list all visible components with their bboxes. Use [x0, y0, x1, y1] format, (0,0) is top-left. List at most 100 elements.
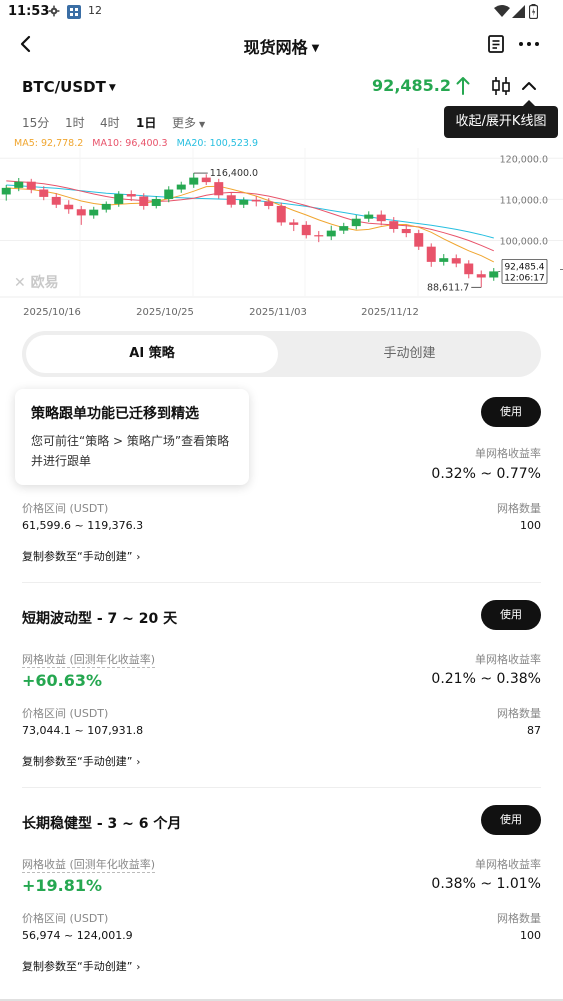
grid-count-value: 100: [520, 929, 541, 942]
exchange-watermark: ✕ 欧易: [14, 275, 59, 291]
candle-body: [89, 209, 99, 216]
price-range-value: 56,974 ~ 124,001.9: [22, 929, 133, 942]
candlestick-chart[interactable]: 120,000.0 110,000.0 100,000.0 116,400.0 88,6…: [0, 148, 563, 320]
candle-body: [51, 196, 61, 205]
popover-body: 您可前往“策略 > 策略广场”查看策略并进行跟单: [31, 434, 230, 468]
price-range-label: 价格区间 (USDT): [22, 912, 109, 925]
x-tick-label: 2025/11/03: [249, 307, 307, 318]
strategy-title: 长期稳健型 - 3 ~ 6 个月: [22, 816, 182, 832]
battery-icon: [529, 4, 538, 19]
tab-manual-create[interactable]: 手动创建: [282, 335, 537, 373]
tab-ai-strategy[interactable]: AI 策略: [26, 335, 278, 373]
migration-popover: 策略跟单功能已迁移到精选 您可前往“策略 > 策略广场”查看策略并进行跟单: [15, 389, 249, 485]
grid-count-label: 网格数量: [497, 502, 541, 515]
page-title[interactable]: 现货网格 ▼: [0, 34, 563, 58]
status-time: 11:53: [8, 4, 50, 19]
timeframe-1d[interactable]: 1日: [136, 114, 156, 131]
signal-icon: [512, 5, 525, 18]
candle-body: [1, 187, 11, 195]
candle-body: [76, 209, 86, 216]
last-price: 92,485.2: [372, 76, 451, 95]
price-range-label: 价格区间 (USDT): [22, 502, 109, 515]
candle-body: [489, 271, 499, 278]
timeframe-15m[interactable]: 15分: [22, 114, 49, 131]
popover-title: 策略跟单功能已迁移到精选: [31, 406, 199, 422]
candle-body: [189, 177, 199, 185]
y-tick-label: 100,000.0: [500, 237, 548, 248]
candle-body: [476, 274, 486, 278]
candle-body: [176, 184, 186, 190]
candlestick-chart-icon[interactable]: [491, 76, 511, 96]
y-tick-label: 110,000.0: [500, 195, 548, 206]
candle-body: [314, 235, 324, 237]
copy-params-link[interactable]: 复制参数至“手动创建” ›: [22, 548, 140, 564]
timeframe-1h[interactable]: 1时: [65, 114, 85, 131]
candle-body: [126, 194, 136, 197]
x-tick-label: 2025/10/16: [23, 307, 81, 318]
card-divider: [22, 787, 541, 788]
grid-count-label: 网格数量: [497, 912, 541, 925]
copy-params-link[interactable]: 复制参数至“手动创建” ›: [22, 958, 140, 974]
candle-body: [351, 218, 361, 227]
candle-body: [326, 230, 336, 237]
timeframe-more[interactable]: 更多 ▼: [172, 114, 205, 131]
candle-body: [464, 263, 474, 275]
candle-body: [264, 201, 274, 206]
strategy-title: 短期波动型 - 7 ~ 20 天: [22, 611, 178, 627]
per-grid-yield-label: 单网格收益率: [475, 653, 541, 666]
use-strategy-button[interactable]: 使用: [481, 805, 541, 835]
settings-status-icon: [48, 5, 60, 17]
price-range-value: 61,599.6 ~ 119,376.3: [22, 519, 144, 532]
candle-body: [151, 198, 161, 206]
x-tick-label: 2025/10/25: [136, 307, 194, 318]
grid-count-value: 100: [520, 519, 541, 532]
top-bar: 现货网格 ▼: [0, 28, 563, 62]
annual-yield: +60.63%: [22, 671, 103, 690]
price-range-label: 价格区间 (USDT): [22, 707, 109, 720]
candle-body: [64, 204, 74, 210]
more-caret-icon: ▼: [199, 120, 206, 129]
candle-body: [214, 182, 224, 196]
candle-body: [251, 199, 261, 202]
chevron-right-icon: ›: [136, 757, 141, 768]
timeframe-4h[interactable]: 4时: [100, 114, 120, 131]
candle-countdown: 12:06:17: [504, 273, 544, 283]
y-tick-label: 120,000.0: [500, 154, 548, 165]
more-options-icon[interactable]: [518, 34, 540, 54]
candle-body: [376, 214, 386, 222]
pair-bar: BTC/USDT ▼ 92,485.2: [0, 72, 563, 102]
yield-label: 网格收益 (回测年化收益率): [22, 653, 156, 668]
app-status-icon: [67, 5, 81, 19]
price-up-arrow-icon: [456, 77, 470, 95]
candle-body: [276, 205, 286, 223]
copy-params-link[interactable]: 复制参数至“手动创建” ›: [22, 753, 140, 769]
per-grid-yield-range: 0.32% ~ 0.77%: [431, 466, 541, 482]
document-icon[interactable]: [486, 34, 506, 54]
status-temp: 12: [88, 4, 102, 17]
pair-caret-icon: ▼: [108, 83, 116, 93]
per-grid-yield-label: 单网格收益率: [475, 447, 541, 460]
grid-count-label: 网格数量: [497, 707, 541, 720]
status-bar: 11:53 12: [0, 0, 563, 24]
price-range-value: 73,044.1 ~ 107,931.8: [22, 724, 144, 737]
candle-body: [301, 224, 311, 236]
use-strategy-button[interactable]: 使用: [481, 397, 541, 427]
grid-count-value: 87: [527, 724, 541, 737]
collapse-chart-tooltip: 收起/展开K线图: [444, 100, 558, 138]
candle-body: [114, 194, 124, 204]
per-grid-yield-label: 单网格收益率: [475, 858, 541, 871]
candle-body: [426, 246, 436, 262]
candle-body: [14, 181, 24, 188]
candle-body: [414, 233, 424, 247]
title-caret-icon: ▼: [311, 43, 320, 54]
per-grid-yield-range: 0.38% ~ 1.01%: [431, 876, 541, 892]
candle-body: [451, 258, 461, 264]
candle-body: [226, 195, 236, 205]
pair-selector[interactable]: BTC/USDT ▼: [22, 78, 116, 96]
use-strategy-button[interactable]: 使用: [481, 600, 541, 630]
candle-body: [364, 214, 374, 219]
candle-body: [389, 221, 399, 229]
strategy-tabs: AI 策略 手动创建: [22, 331, 541, 377]
collapse-chevron-icon[interactable]: [521, 78, 537, 94]
yield-label: 网格收益 (回测年化收益率): [22, 858, 156, 873]
